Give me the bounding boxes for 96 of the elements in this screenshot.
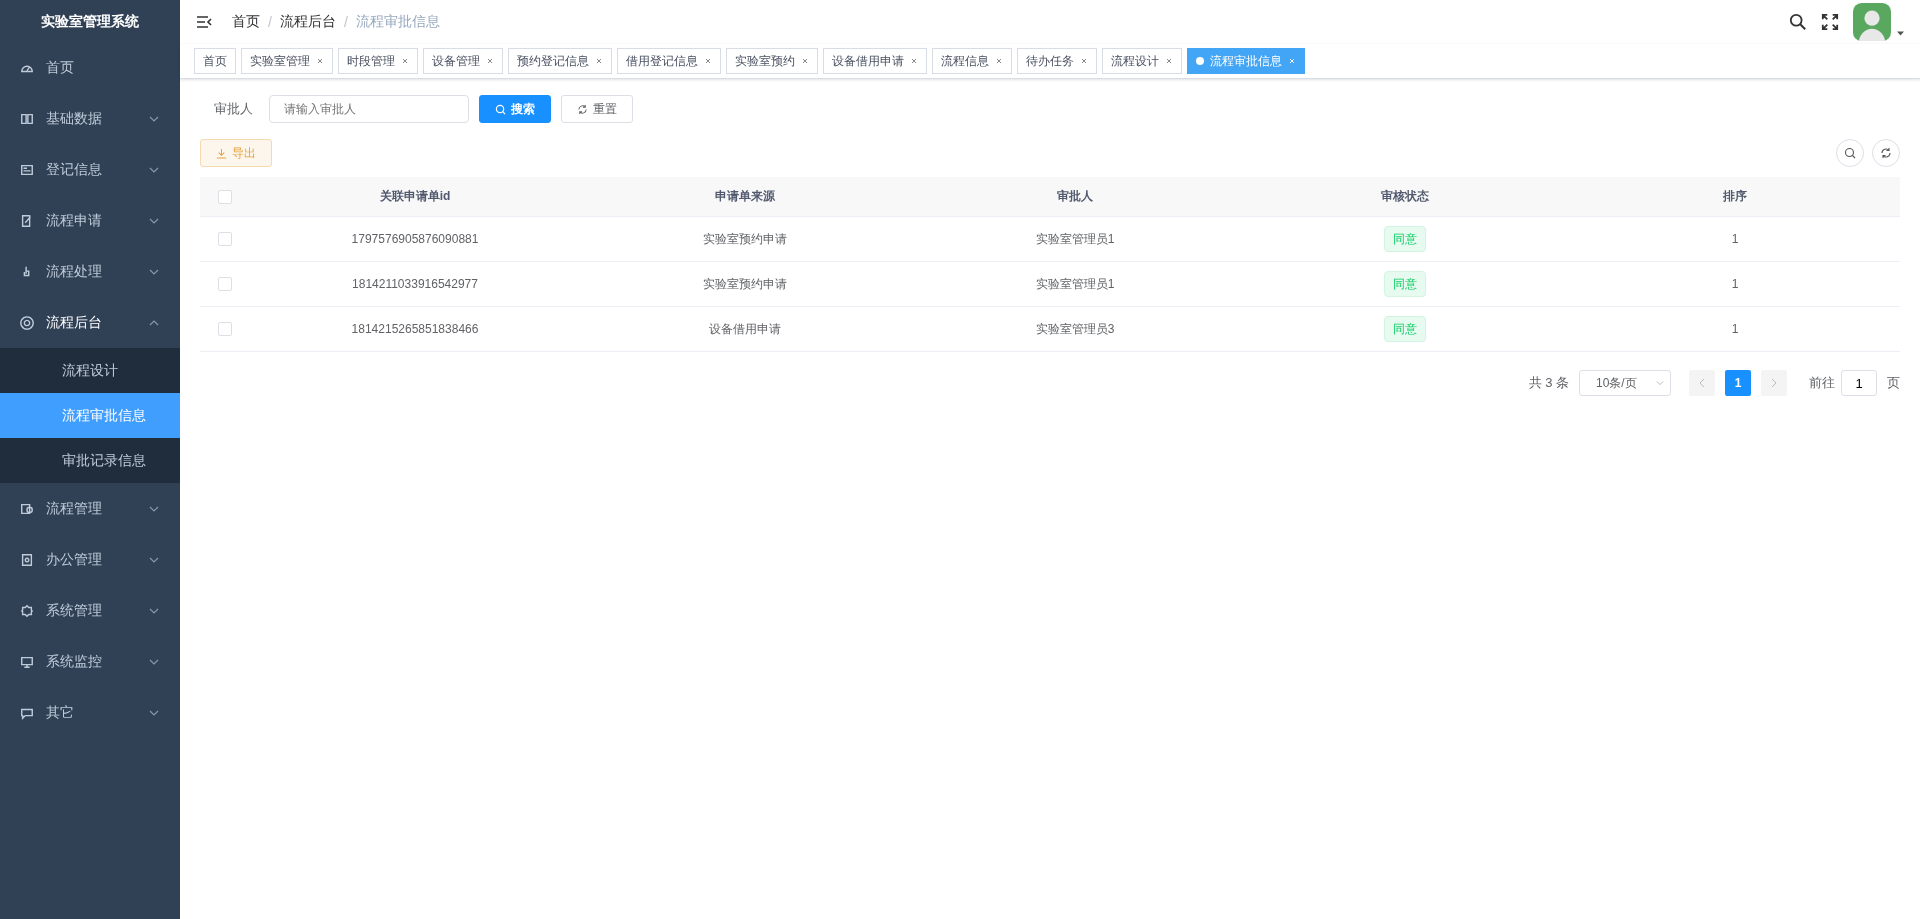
page-tab[interactable]: 实验室管理 <box>241 48 333 74</box>
menu-item[interactable]: 基础数据 <box>0 93 180 144</box>
menu-item[interactable]: 首页 <box>0 42 180 93</box>
row-checkbox[interactable] <box>218 322 232 336</box>
table-cell: 设备借用申请 <box>709 321 781 336</box>
submenu-item[interactable]: 流程设计 <box>0 348 180 393</box>
table-cell: 1 <box>1731 277 1739 291</box>
chevron-down-icon <box>1656 380 1664 386</box>
avatar-icon[interactable] <box>1853 3 1891 41</box>
breadcrumb-item: 流程审批信息 <box>355 13 440 31</box>
menu-icon[interactable] <box>196 14 212 30</box>
breadcrumb-item[interactable]: 首页 <box>232 13 260 31</box>
close-icon[interactable] <box>801 57 809 65</box>
page-suffix: 页 <box>1887 374 1900 392</box>
document-icon <box>20 501 34 516</box>
status-tag: 同意 <box>1384 226 1426 252</box>
close-icon[interactable] <box>486 57 494 65</box>
search-icon <box>1844 147 1856 159</box>
download-icon <box>216 147 227 159</box>
page-tab[interactable]: 设备管理 <box>423 48 503 74</box>
page-tab[interactable]: 流程设计 <box>1102 48 1182 74</box>
close-icon[interactable] <box>995 57 1003 65</box>
gear-icon <box>20 603 34 618</box>
chevron-right-icon <box>1771 378 1777 388</box>
page-tab[interactable]: 时段管理 <box>338 48 418 74</box>
row-checkbox[interactable] <box>218 232 232 246</box>
close-icon[interactable] <box>1080 57 1088 65</box>
table-cell: 实验室管理员1 <box>1035 276 1115 291</box>
filter-label: 审批人 <box>213 100 254 118</box>
page-input[interactable]: 1 <box>1841 370 1877 396</box>
id-card-icon <box>20 162 34 177</box>
row-checkbox[interactable] <box>218 277 232 291</box>
column-header: 关联申请单id <box>378 188 452 205</box>
breadcrumb-separator: / <box>268 14 272 30</box>
reset-button[interactable]: 重置 <box>561 95 633 123</box>
table-cell: 实验室管理员3 <box>1035 321 1115 336</box>
table-cell: 实验室预约申请 <box>703 276 787 291</box>
column-header: 审核状态 <box>1380 188 1430 205</box>
search-icon <box>495 103 506 115</box>
menu-item[interactable]: 办公管理 <box>0 534 180 585</box>
menu-item[interactable]: 流程管理 <box>0 483 180 534</box>
table-cell: 1814215265851838466 <box>351 322 479 336</box>
close-icon[interactable] <box>401 57 409 65</box>
menu-item[interactable]: 系统监控 <box>0 636 180 687</box>
safe-icon <box>20 552 34 567</box>
table-cell: 实验室管理员1 <box>1035 231 1115 246</box>
menu-item[interactable]: 登记信息 <box>0 144 180 195</box>
page-tab[interactable]: 实验室预约 <box>726 48 818 74</box>
column-header: 审批人 <box>1056 188 1094 205</box>
table-cell: 1 <box>1731 232 1739 246</box>
app-title: 实验室管理系统 <box>40 12 140 31</box>
table-cell: 1797576905876090881 <box>351 232 479 246</box>
chevron-left-icon <box>1699 378 1705 388</box>
edit-icon <box>20 213 34 228</box>
close-icon[interactable] <box>316 57 324 65</box>
breadcrumb-separator: / <box>343 14 348 30</box>
goto-label: 前往 <box>1809 374 1835 392</box>
search-toggle-button[interactable] <box>1836 139 1864 167</box>
monitor-icon <box>20 654 34 669</box>
fullscreen-icon[interactable] <box>1821 13 1839 31</box>
close-icon[interactable] <box>910 57 918 65</box>
page-tab[interactable]: 待办任务 <box>1017 48 1097 74</box>
page-tab[interactable]: 预约登记信息 <box>508 48 612 74</box>
menu-item[interactable]: 流程申请 <box>0 195 180 246</box>
refresh-icon <box>577 103 588 115</box>
column-header: 排序 <box>1722 188 1748 205</box>
select-all-checkbox[interactable] <box>218 189 232 204</box>
refresh-button[interactable] <box>1872 139 1900 167</box>
close-icon[interactable] <box>704 57 712 65</box>
refresh-icon <box>1880 147 1892 159</box>
active-dot-icon <box>1196 57 1204 65</box>
table-cell: 1814211033916542977 <box>352 277 478 291</box>
approver-input[interactable]: 请输入审批人 <box>269 95 469 123</box>
close-icon[interactable] <box>1165 57 1173 65</box>
breadcrumb-item[interactable]: 流程后台 <box>279 13 336 31</box>
status-tag: 同意 <box>1384 271 1426 297</box>
close-icon[interactable] <box>595 57 603 65</box>
table-cell: 1 <box>1731 322 1739 336</box>
status-tag: 同意 <box>1384 316 1426 342</box>
page-tab[interactable]: 设备借用申请 <box>823 48 927 74</box>
page-tab[interactable]: 流程信息 <box>932 48 1012 74</box>
search-icon[interactable] <box>1789 13 1807 31</box>
menu-item[interactable]: 系统管理 <box>0 585 180 636</box>
page-tab[interactable]: 首页 <box>194 48 236 74</box>
total-count: 共 3 条 <box>1528 374 1569 392</box>
menu-item[interactable]: 其它 <box>0 687 180 738</box>
book-icon <box>20 111 34 126</box>
submenu-item[interactable]: 审批记录信息 <box>0 438 180 483</box>
menu-item[interactable]: 流程处理 <box>0 246 180 297</box>
table-cell: 实验室预约申请 <box>703 231 787 246</box>
caret-icon[interactable] <box>1897 30 1904 36</box>
page-tab[interactable]: 借用登记信息 <box>617 48 721 74</box>
column-header: 申请单来源 <box>714 188 776 205</box>
menu-item[interactable]: 流程后台 <box>0 297 180 348</box>
page-size-select[interactable]: 10条/页 <box>1579 370 1671 396</box>
ring-icon <box>20 315 34 330</box>
